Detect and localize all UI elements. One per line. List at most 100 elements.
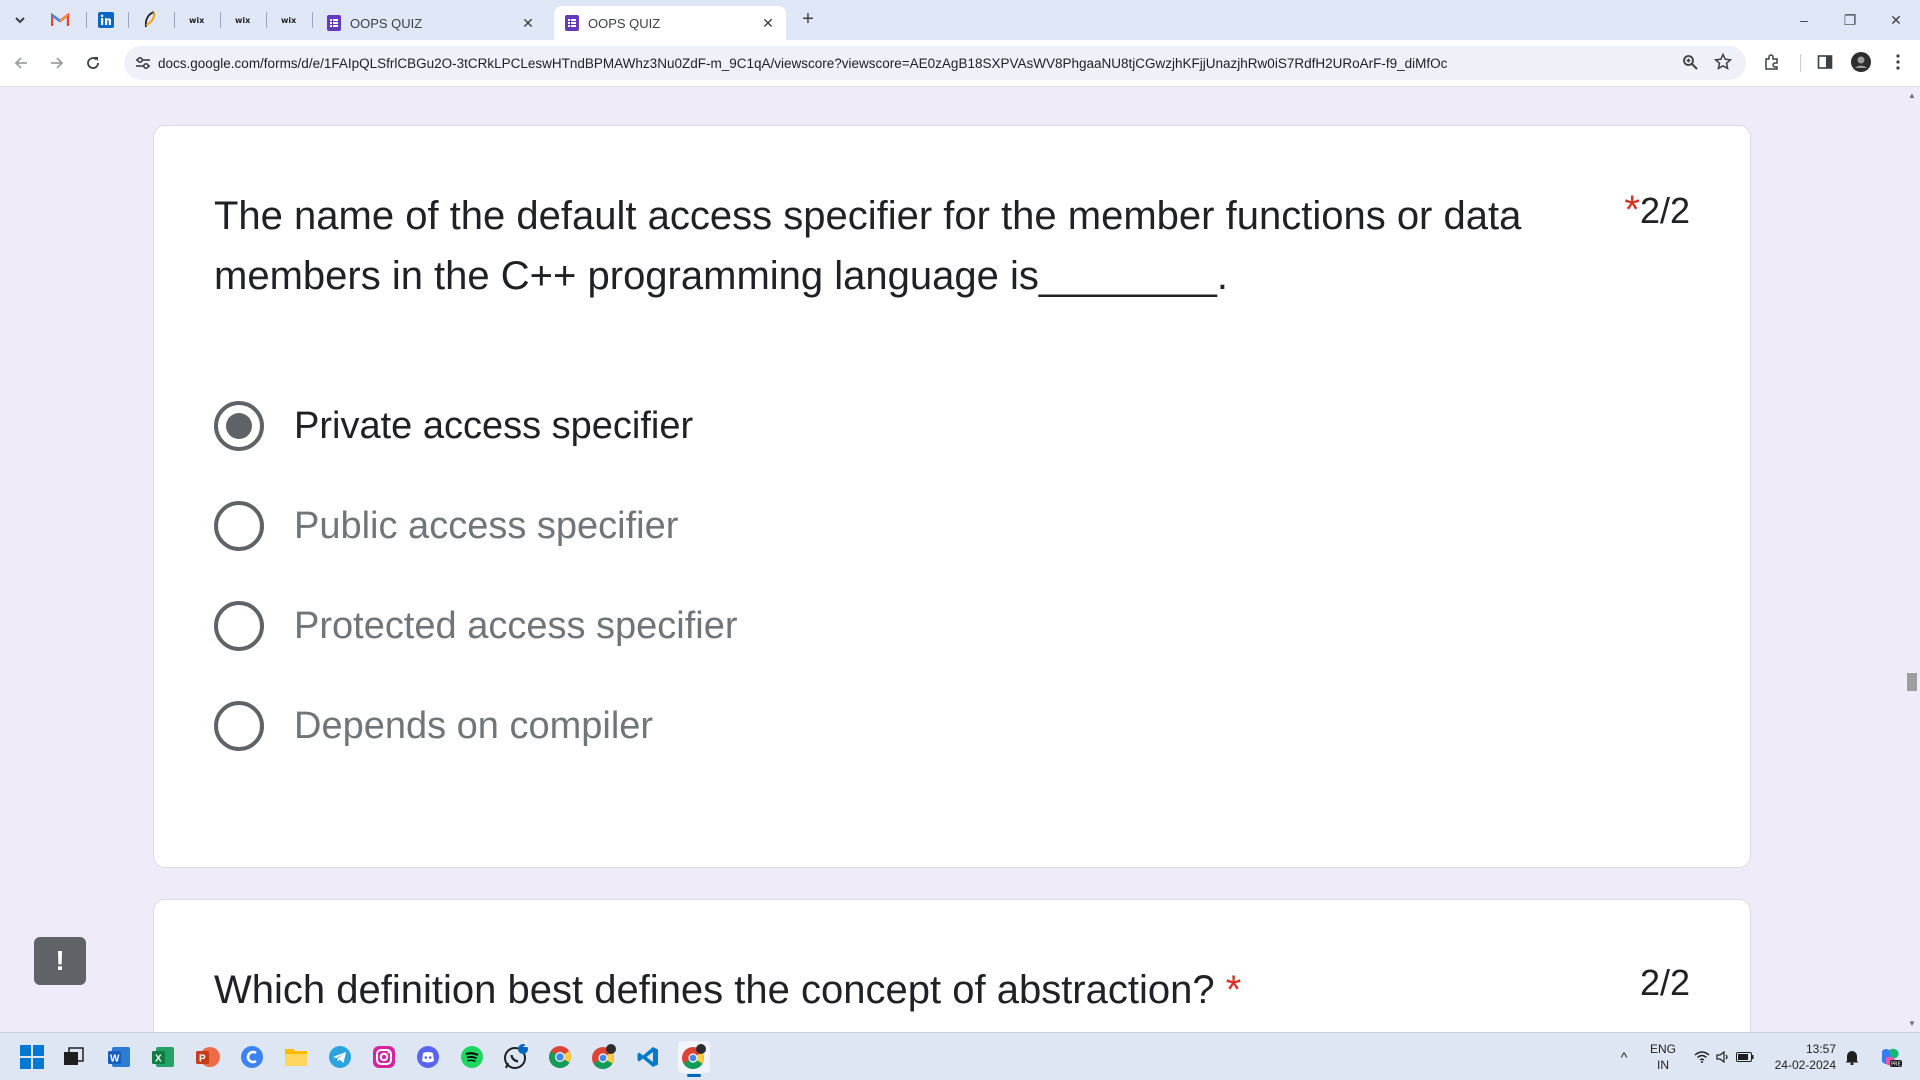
option-label: Private access specifier xyxy=(294,404,694,447)
tab-separator xyxy=(220,12,221,28)
linkedin-icon xyxy=(98,12,114,28)
spotify-taskbar-icon[interactable] xyxy=(456,1041,488,1073)
close-tab-icon[interactable]: ✕ xyxy=(760,15,776,31)
battery-icon xyxy=(1736,1052,1754,1062)
option-depends-on-compiler[interactable]: Depends on compiler xyxy=(214,696,653,756)
excel-taskbar-icon[interactable]: X xyxy=(148,1041,180,1073)
show-hidden-icons-button[interactable]: ^ xyxy=(1614,1033,1634,1080)
task-view-button[interactable] xyxy=(58,1041,90,1073)
edge-like-taskbar-icon[interactable] xyxy=(236,1041,268,1073)
arrow-left-icon xyxy=(14,57,27,69)
svg-text:X: X xyxy=(155,1054,162,1065)
svg-text:wix: wix xyxy=(189,16,205,25)
question-title: Which definition best defines the concep… xyxy=(214,960,1414,1020)
tab-separator xyxy=(174,12,175,28)
scrollbar-thumb[interactable] xyxy=(1907,673,1917,691)
question-text: Which definition best defines the concep… xyxy=(214,968,1215,1012)
address-bar[interactable]: docs.google.com/forms/d/e/1FAIpQLSfrlCBG… xyxy=(124,46,1746,80)
windows-logo-icon xyxy=(20,1045,44,1069)
close-window-button[interactable]: ✕ xyxy=(1876,6,1916,34)
option-public[interactable]: Public access specifier xyxy=(214,496,678,556)
tab-oops-quiz-2[interactable]: OOPS QUIZ ✕ xyxy=(554,6,786,40)
zoom-icon[interactable] xyxy=(1680,52,1700,72)
speaker-icon xyxy=(1716,1051,1728,1063)
notifications-button[interactable] xyxy=(1842,1033,1862,1080)
discord-taskbar-icon[interactable] xyxy=(412,1041,444,1073)
form-page: The name of the default access specifier… xyxy=(0,86,1920,1032)
chrome-profile-taskbar-icon[interactable] xyxy=(588,1041,620,1073)
chevron-up-icon: ^ xyxy=(1620,1049,1628,1065)
copilot-button[interactable]: PRE xyxy=(1874,1033,1906,1080)
scroll-down-icon[interactable]: ▼ xyxy=(1907,1019,1917,1028)
option-private[interactable]: Private access specifier xyxy=(214,396,693,456)
scroll-up-icon[interactable]: ▲ xyxy=(1907,91,1917,100)
required-asterisk: * xyxy=(1225,968,1242,1012)
chrome-active-taskbar-icon[interactable] xyxy=(678,1041,710,1077)
powerpoint-taskbar-icon[interactable]: P xyxy=(192,1041,224,1073)
tab-separator xyxy=(266,12,267,28)
site-info-button[interactable] xyxy=(128,56,158,70)
vscode-taskbar-icon[interactable] xyxy=(632,1041,664,1073)
question-title: The name of the default access specifier… xyxy=(214,194,1522,298)
svg-text:P: P xyxy=(199,1054,206,1065)
forward-button[interactable] xyxy=(44,50,70,76)
svg-text:wix: wix xyxy=(281,16,297,25)
new-tab-button[interactable]: + xyxy=(796,8,820,32)
word-taskbar-icon[interactable]: W xyxy=(104,1041,136,1073)
gmail-pinned-tab[interactable] xyxy=(46,8,74,32)
tab-title: OOPS QUIZ xyxy=(350,15,423,31)
minimize-button[interactable]: – xyxy=(1784,6,1824,34)
points-score: 2/2 xyxy=(1639,190,1690,231)
telegram-taskbar-icon[interactable] xyxy=(324,1041,356,1073)
tab-search-button[interactable] xyxy=(8,8,32,32)
tab-title: OOPS QUIZ xyxy=(588,15,661,31)
wix-pinned-tab[interactable]: wix xyxy=(230,8,258,32)
bookmark-star-icon[interactable] xyxy=(1713,52,1733,72)
tab-oops-quiz-1[interactable]: OOPS QUIZ ✕ xyxy=(316,6,546,40)
extensions-icon[interactable] xyxy=(1762,52,1782,72)
more-menu-icon[interactable] xyxy=(1888,52,1908,72)
back-button[interactable] xyxy=(8,50,34,76)
file-explorer-taskbar-icon[interactable] xyxy=(280,1041,312,1073)
radio-button[interactable] xyxy=(214,601,264,651)
radio-button[interactable] xyxy=(214,501,264,551)
gmail-icon xyxy=(51,13,69,26)
chevron-down-icon xyxy=(15,17,25,24)
side-panel-icon[interactable] xyxy=(1815,52,1835,72)
svg-text:wix: wix xyxy=(235,16,251,25)
google-forms-icon xyxy=(565,15,579,31)
page-scrollbar[interactable]: ▲ ▼ xyxy=(1904,87,1920,1032)
browser-toolbar: docs.google.com/forms/d/e/1FAIpQLSfrlCBG… xyxy=(0,40,1920,86)
region-code: IN xyxy=(1657,1058,1669,1072)
linkedin-pinned-tab[interactable] xyxy=(92,8,120,32)
reload-button[interactable] xyxy=(80,50,106,76)
option-label: Public access specifier xyxy=(294,504,679,547)
wix-pinned-tab[interactable]: wix xyxy=(184,8,212,32)
tab-separator xyxy=(312,12,313,28)
radio-button-checked[interactable] xyxy=(214,401,264,451)
start-button[interactable] xyxy=(16,1041,48,1073)
clock[interactable]: 13:57 24-02-2024 xyxy=(1770,1033,1836,1080)
chrome-taskbar-icon[interactable] xyxy=(544,1041,576,1073)
svg-text:PRE: PRE xyxy=(1891,1062,1901,1068)
wix-pinned-tab[interactable]: wix xyxy=(276,8,304,32)
wix-icon: wix xyxy=(281,16,297,25)
whatsapp-taskbar-icon[interactable]: 1 xyxy=(500,1039,532,1073)
profile-avatar[interactable] xyxy=(1851,52,1871,72)
pinned-tab-3[interactable] xyxy=(136,8,164,32)
question-points: *2/2 xyxy=(1624,188,1690,233)
tune-icon xyxy=(136,56,150,70)
input-language-indicator[interactable]: ENG IN xyxy=(1646,1033,1680,1080)
svg-text:W: W xyxy=(110,1054,120,1065)
whatsapp-notification-badge: 1 xyxy=(523,1039,529,1049)
tab-separator xyxy=(128,12,129,28)
radio-button[interactable] xyxy=(214,701,264,751)
report-feedback-button[interactable]: ! xyxy=(34,937,86,985)
restore-button[interactable]: ❐ xyxy=(1830,6,1870,34)
quick-settings-button[interactable] xyxy=(1692,1033,1756,1080)
language-code: ENG xyxy=(1649,1042,1676,1056)
url-text[interactable]: docs.google.com/forms/d/e/1FAIpQLSfrlCBG… xyxy=(158,56,1746,71)
close-tab-icon[interactable]: ✕ xyxy=(520,15,536,31)
option-protected[interactable]: Protected access specifier xyxy=(214,596,738,656)
instagram-taskbar-icon[interactable] xyxy=(368,1041,400,1073)
